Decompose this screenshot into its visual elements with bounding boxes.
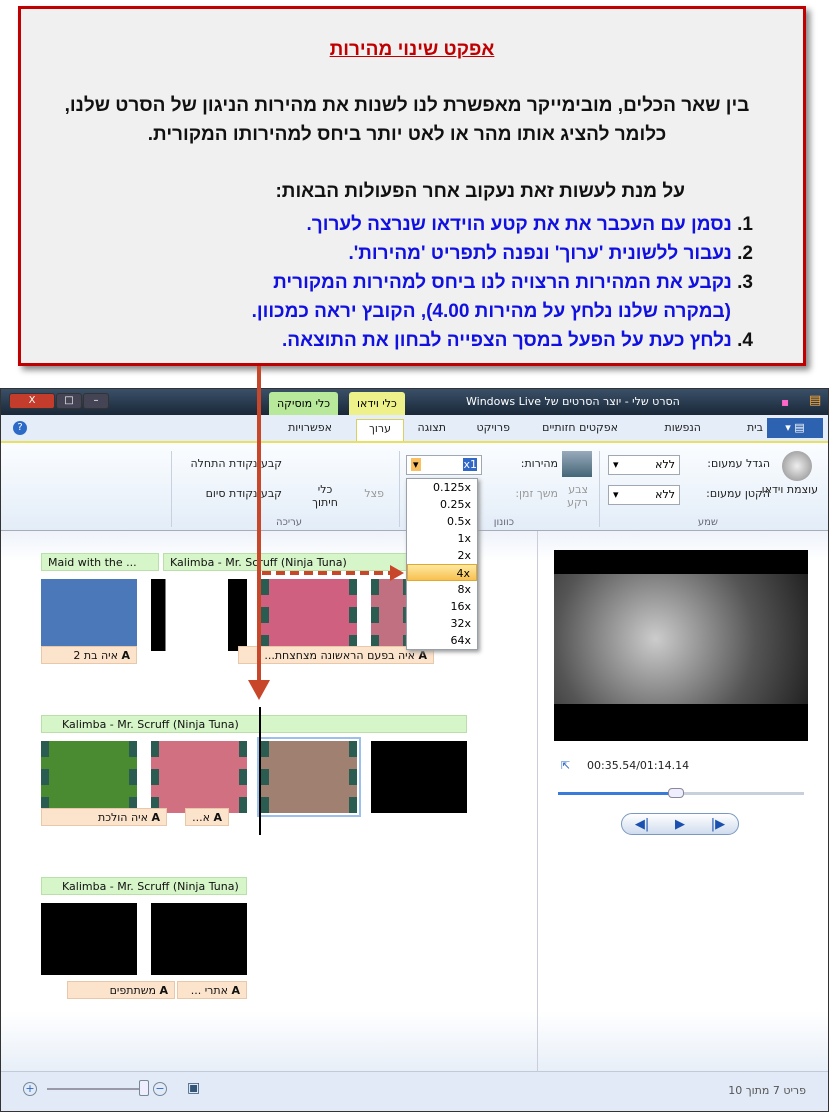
horizontal-arrow-head	[390, 565, 404, 581]
annotation-arrows	[248, 366, 404, 700]
vertical-arrow-head	[248, 680, 270, 700]
